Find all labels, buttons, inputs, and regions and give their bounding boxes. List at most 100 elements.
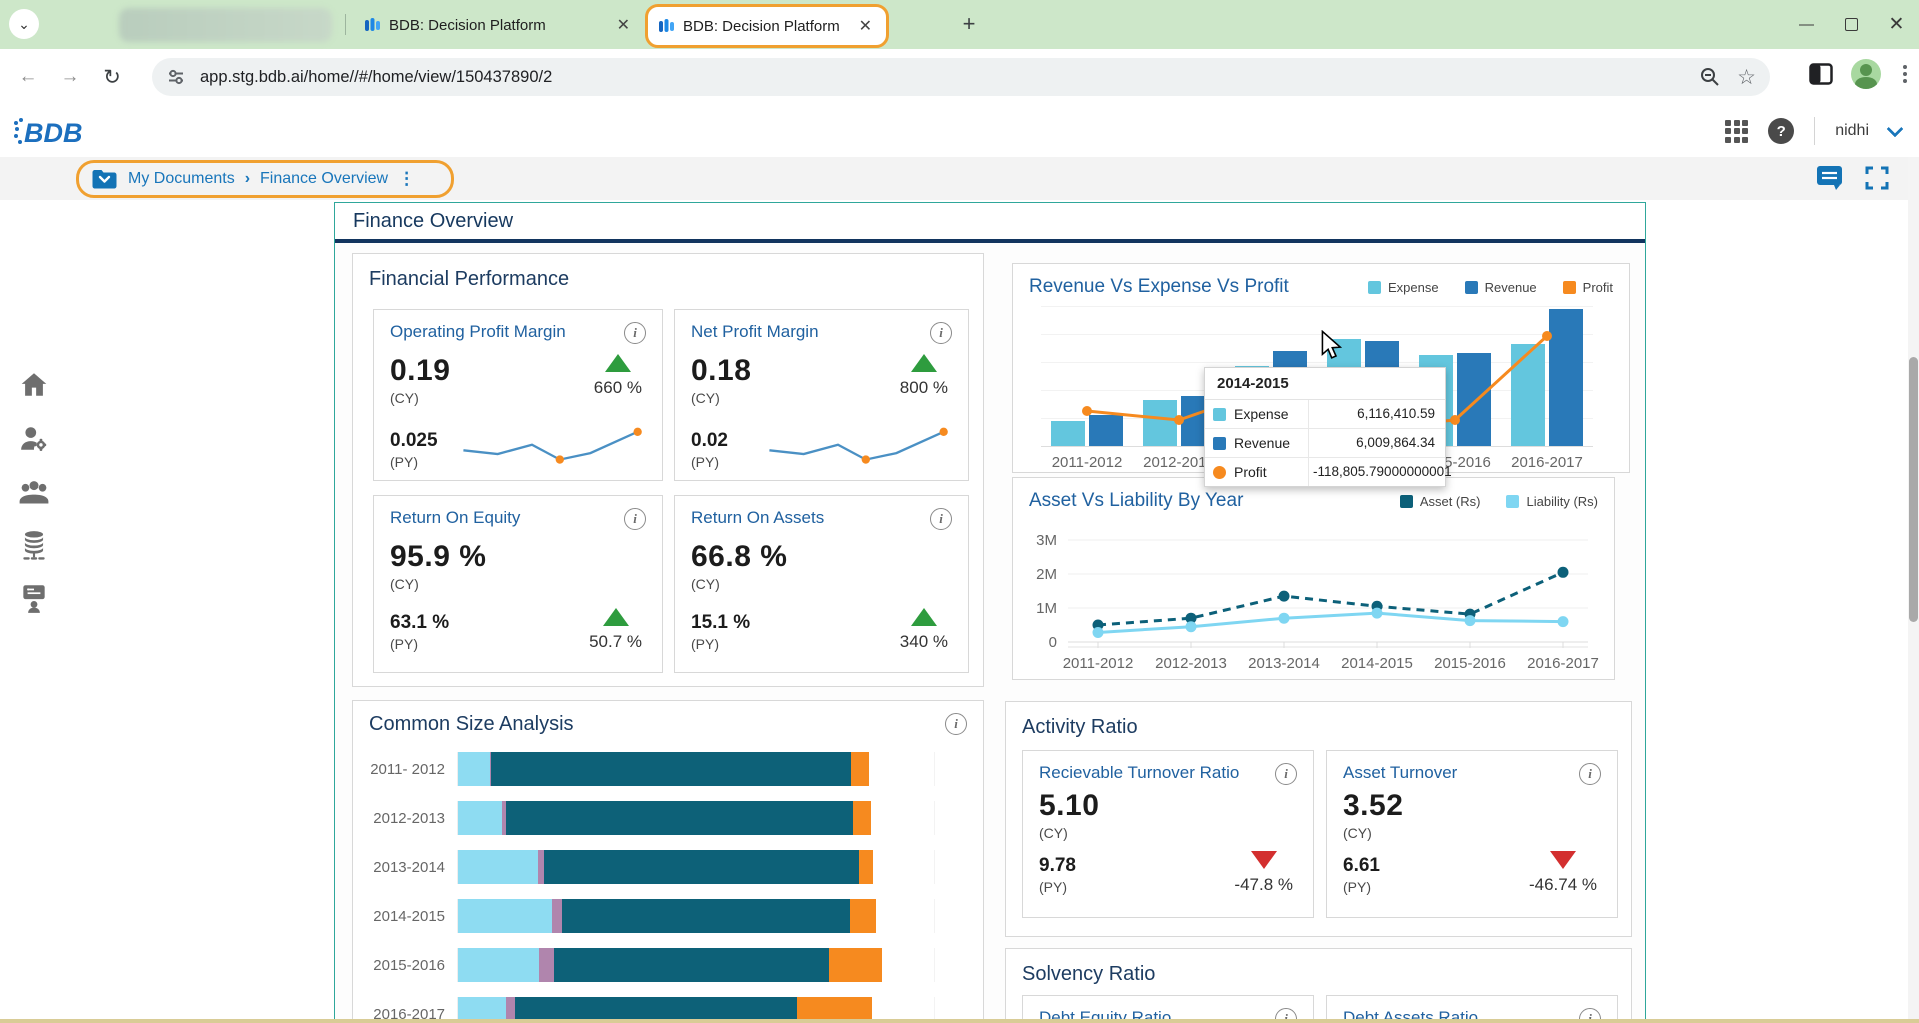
info-icon[interactable]: i xyxy=(930,322,952,344)
tooltip-value: 6,009,864.34 xyxy=(1309,429,1445,457)
kpi-py-value: 9.78 xyxy=(1039,855,1076,877)
bookmark-star-icon[interactable]: ☆ xyxy=(1737,65,1756,90)
legend-swatch-liability xyxy=(1506,495,1519,508)
restore-button[interactable] xyxy=(1829,0,1874,49)
info-icon[interactable]: i xyxy=(930,508,952,530)
bar-group[interactable] xyxy=(1041,306,1133,446)
bdb-favicon xyxy=(364,17,381,34)
data-store-icon[interactable] xyxy=(17,528,51,562)
sparkline-chart xyxy=(762,422,952,474)
chart-legend: Expense Revenue Profit xyxy=(1368,280,1613,295)
kpi-cy-label: (CY) xyxy=(390,390,450,406)
fullscreen-icon[interactable] xyxy=(1865,166,1889,190)
stacked-bar[interactable] xyxy=(457,850,973,884)
tooltip-title: 2014-2015 xyxy=(1205,368,1445,400)
line-chart: 3M2M1M02011-20122012-20132013-20142014-2… xyxy=(1013,514,1605,676)
stacked-bar[interactable] xyxy=(457,752,973,786)
breadcrumb-chevron-icon: › xyxy=(245,170,250,188)
zoom-out-icon[interactable] xyxy=(1699,66,1721,88)
trend-up-icon xyxy=(911,608,937,626)
chart-tooltip: 2014-2015 Expense 6,116,410.59 Revenue 6… xyxy=(1204,367,1446,487)
trend-up-icon xyxy=(605,354,631,372)
browser-toolbar: ← → ↻ app.stg.bdb.ai/home//#/home/view/1… xyxy=(0,49,1919,106)
minimize-button[interactable]: — xyxy=(1784,0,1829,49)
bdb-logo: BDB xyxy=(12,115,112,149)
kpi-py-label: (PY) xyxy=(390,454,438,470)
stacked-bar[interactable] xyxy=(457,948,973,982)
y-tick-label: 2012-2013 xyxy=(361,810,457,827)
kpi-title: Asset Turnover xyxy=(1343,763,1457,783)
breadcrumb-my-documents[interactable]: My Documents xyxy=(128,170,235,188)
address-bar[interactable]: app.stg.bdb.ai/home//#/home/view/1504378… xyxy=(152,58,1770,96)
help-icon[interactable]: ? xyxy=(1768,118,1794,144)
bar-group[interactable] xyxy=(1501,306,1593,446)
kpi-py-label: (PY) xyxy=(691,454,728,470)
svg-text:2013-2014: 2013-2014 xyxy=(1248,655,1320,672)
trend-down-icon xyxy=(1550,851,1576,869)
stacked-bar[interactable] xyxy=(457,899,973,933)
breadcrumb-finance-overview[interactable]: Finance Overview xyxy=(260,170,388,188)
kpi-cy-value: 3.52 xyxy=(1343,789,1403,823)
sparkline-chart xyxy=(456,422,646,474)
tooltip-value: 6,116,410.59 xyxy=(1309,400,1445,428)
legend-label: Asset (Rs) xyxy=(1420,494,1481,509)
kpi-cy-value: 66.8 % xyxy=(691,540,787,574)
reload-icon[interactable]: ↻ xyxy=(98,63,126,91)
tab-bdb-inactive[interactable]: BDB: Decision Platform ✕ xyxy=(356,8,642,42)
forward-icon[interactable]: → xyxy=(56,63,84,91)
back-icon[interactable]: ← xyxy=(14,63,42,91)
users-group-icon[interactable] xyxy=(17,475,51,509)
user-name[interactable]: nidhi xyxy=(1835,122,1869,140)
kpi-title: Net Profit Margin xyxy=(691,322,819,342)
home-icon[interactable] xyxy=(17,368,51,402)
legend-swatch-expense xyxy=(1368,281,1381,294)
tab-search-chevron-icon[interactable]: ⌄ xyxy=(9,9,39,39)
page-content: Finance Overview Financial Performance O… xyxy=(67,200,1919,1023)
kpi-cy-value: 95.9 % xyxy=(390,540,486,574)
presentation-icon[interactable] xyxy=(17,581,51,615)
new-tab-button[interactable]: + xyxy=(955,10,983,38)
scrollbar-thumb[interactable] xyxy=(1909,357,1918,622)
folder-icon[interactable] xyxy=(91,168,118,190)
breadcrumb-row: My Documents › Finance Overview ⋮ xyxy=(0,157,1919,200)
left-sidebar: 49 xyxy=(0,200,68,1023)
kpi-py-value: 63.1 % xyxy=(390,612,449,634)
x-tick-label: 2016-2017 xyxy=(1501,447,1593,471)
apps-grid-icon[interactable] xyxy=(1725,120,1748,143)
info-icon[interactable]: i xyxy=(945,713,967,735)
close-button[interactable]: ✕ xyxy=(1874,0,1919,49)
comments-icon[interactable] xyxy=(1816,165,1843,190)
info-icon[interactable]: i xyxy=(1275,763,1297,785)
svg-text:BDB: BDB xyxy=(24,118,83,148)
tab-bdb-active[interactable]: BDB: Decision Platform ✕ xyxy=(645,4,889,48)
legend-swatch-asset xyxy=(1400,495,1413,508)
stacked-bar[interactable] xyxy=(457,801,973,835)
legend-label: Profit xyxy=(1583,280,1613,295)
svg-text:2015-2016: 2015-2016 xyxy=(1434,655,1506,672)
mouse-cursor xyxy=(1320,330,1342,360)
info-icon[interactable]: i xyxy=(1579,763,1601,785)
site-info-icon[interactable] xyxy=(166,67,186,87)
tooltip-label: Revenue xyxy=(1234,435,1290,451)
browser-menu-icon[interactable] xyxy=(1899,61,1911,87)
tab-close-icon[interactable]: ✕ xyxy=(855,16,876,36)
tab-close-icon[interactable]: ✕ xyxy=(613,15,634,35)
section-title: Solvency Ratio xyxy=(1022,963,1615,986)
info-icon[interactable]: i xyxy=(624,508,646,530)
kpi-title: Return On Equity xyxy=(390,508,520,528)
kpi-title: Return On Assets xyxy=(691,508,824,528)
side-panel-icon[interactable] xyxy=(1809,63,1833,85)
x-tick-label: 2011-2012 xyxy=(1041,447,1133,471)
user-menu-chevron-icon[interactable] xyxy=(1887,120,1904,137)
profile-avatar[interactable] xyxy=(1851,59,1881,89)
kpi-delta: 340 % xyxy=(900,632,948,652)
kpi-card-operating-profit-margin: Operating Profit Margin i 0.19 (CY) 660 … xyxy=(373,309,663,481)
redacted-tab[interactable] xyxy=(119,8,332,42)
breadcrumb-options-icon[interactable]: ⋮ xyxy=(398,169,415,189)
kpi-cy-label: (CY) xyxy=(390,576,486,592)
svg-text:0: 0 xyxy=(1049,634,1057,651)
user-admin-icon[interactable] xyxy=(17,422,51,456)
tooltip-label: Expense xyxy=(1234,406,1288,422)
page-scrollbar[interactable] xyxy=(1908,157,1919,1023)
info-icon[interactable]: i xyxy=(624,322,646,344)
